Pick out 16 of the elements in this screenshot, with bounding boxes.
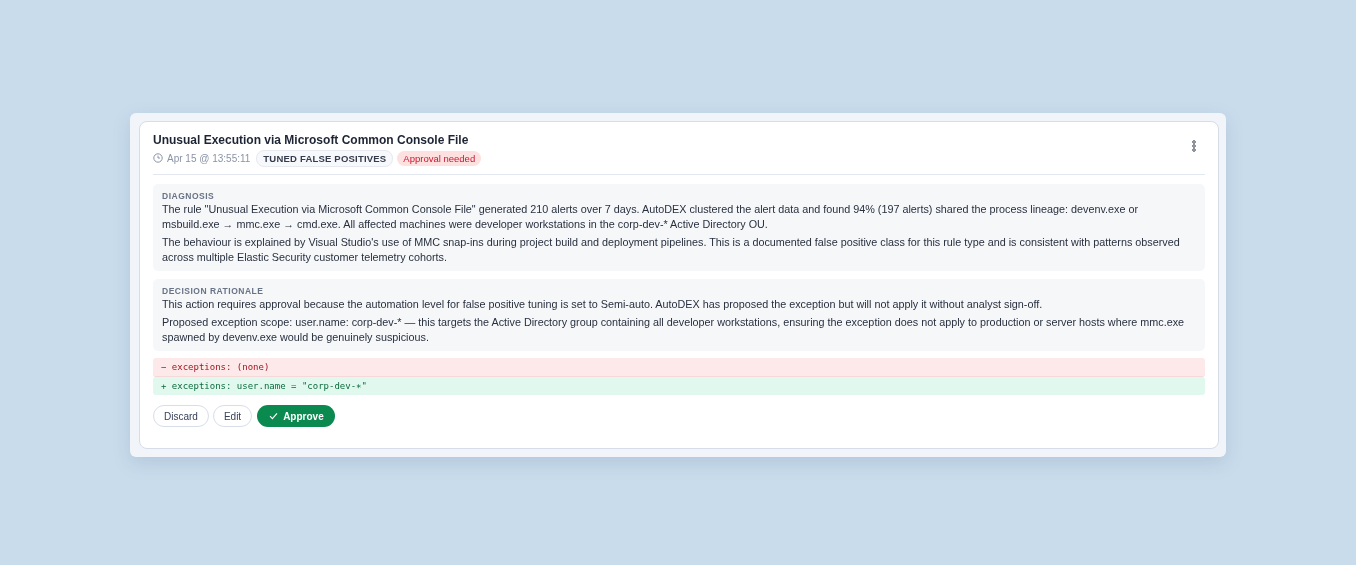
paragraph: Proposed exception scope: user.name: corp-dev-* — this targets the Active Directory group containing all developer workstations, ensuring the exception does not apply to production or server hosts where mmc.exe spawned by devenv.exe would be genuinely suspicious. bbox=[162, 315, 1186, 345]
section-heading: DIAGNOSIS bbox=[162, 190, 216, 202]
status-badge: Approval needed bbox=[397, 150, 482, 166]
more-options-icon[interactable] bbox=[1189, 138, 1199, 154]
category-tag: TUNED FALSE POSITIVES bbox=[256, 149, 394, 167]
action-button[interactable]: Discard bbox=[153, 405, 209, 427]
paragraph: The rule "Unusual Execution via Microsoft Common Console File" generated 210 alerts over 7 days. AutoDEX clustered the alert data and found 94% (197 alerts) shared the process lineage: devenv.exe or msbuild.exe → mmc.exe → cmd.exe. All affected machines were developer workstations in the corp-dev-* Active Directory OU. bbox=[162, 202, 1140, 232]
card-title: Unusual Execution via Microsoft Common Console File bbox=[153, 132, 470, 148]
timestamp: Apr 15 @ 13:55:11 bbox=[167, 152, 251, 164]
approve-button[interactable]: Approve bbox=[257, 405, 335, 427]
check-icon bbox=[269, 412, 279, 420]
clock-icon bbox=[153, 153, 163, 163]
action-button[interactable]: Edit bbox=[212, 405, 253, 427]
paragraph: The behaviour is explained by Visual Studio's use of MMC snap-ins during project build and deployment pipelines. This is a documented false positive class for this rule type and is consistent with patterns observed across multiple Elastic Security customer telemetry cohorts. bbox=[162, 235, 1181, 265]
paragraph: This action requires approval because the automation level for false positive tuning is set to Semi-auto. AutoDEX has proposed the exception but will not apply it without analyst sign-off. bbox=[162, 297, 1044, 312]
section-heading: DECISION RATIONALE bbox=[162, 285, 265, 297]
